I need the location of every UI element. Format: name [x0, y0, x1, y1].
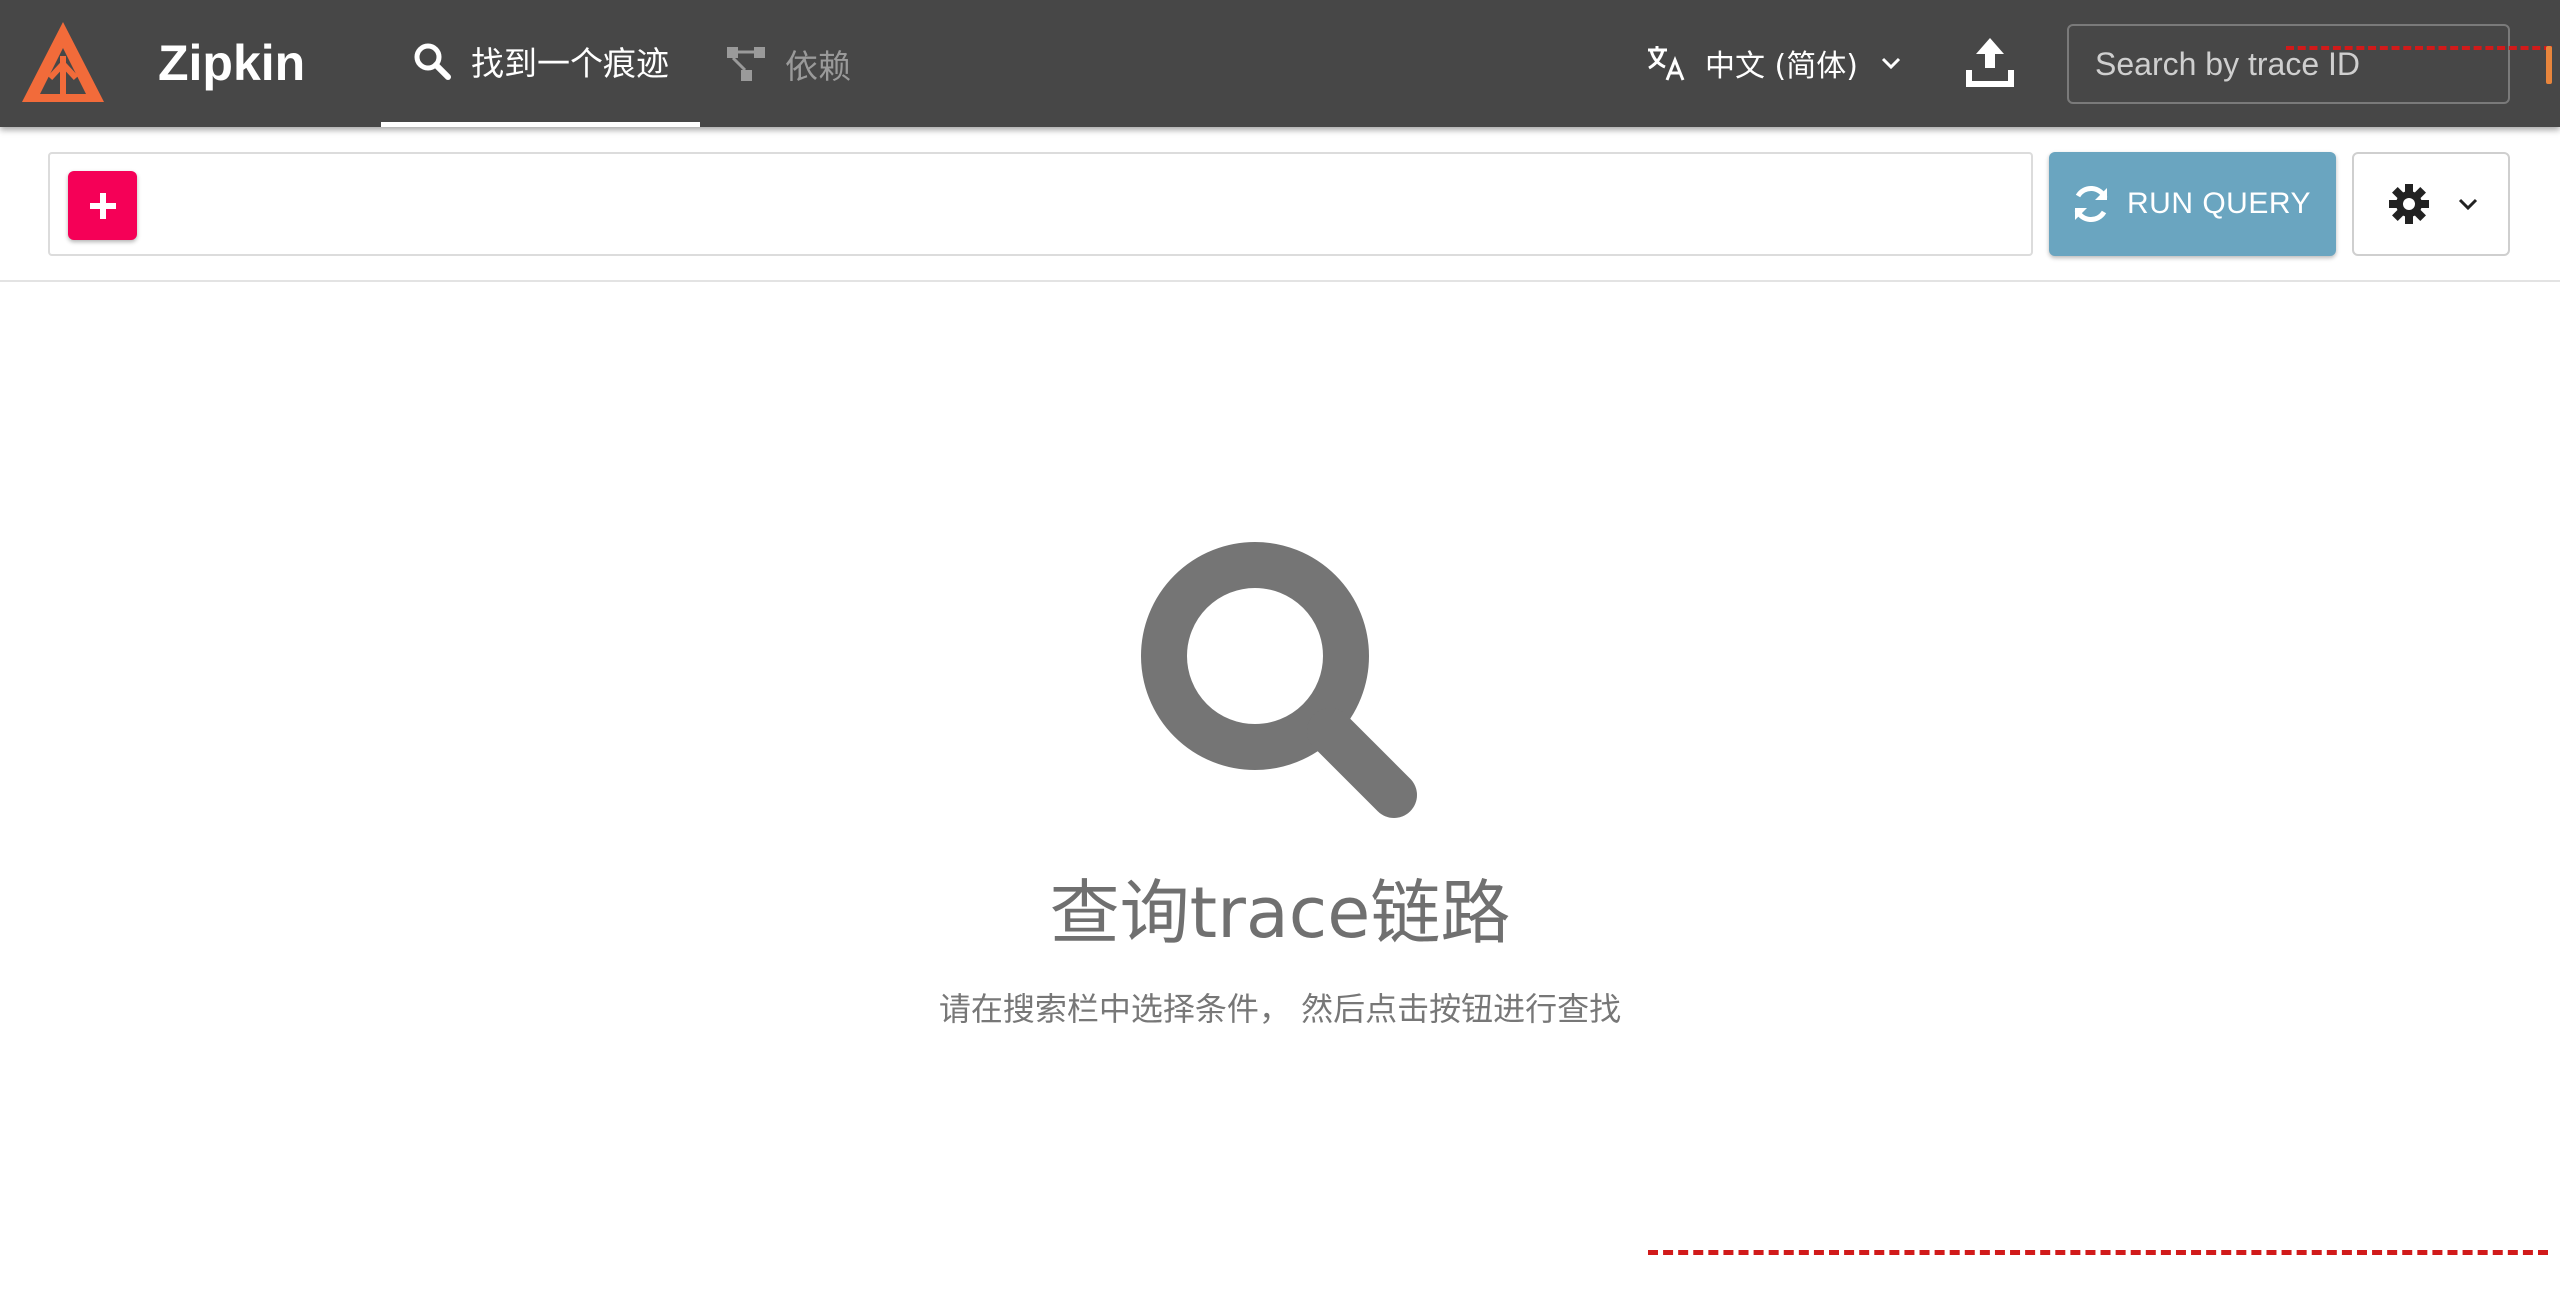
upload-icon[interactable] [1965, 36, 2015, 88]
empty-state-subtitle: 请在搜索栏中选择条件， 然后点击按钮进行查找 [938, 990, 1622, 1028]
tab-dependencies[interactable]: 依赖 [725, 0, 851, 127]
watermark-strip [1648, 1250, 2548, 1255]
language-label: 中文 (简体) [1705, 49, 1858, 84]
tab-dependencies-label: 依赖 [785, 46, 851, 86]
tab-find-trace[interactable]: 找到一个痕迹 [381, 0, 700, 127]
settings-dropdown-button[interactable] [2352, 152, 2510, 256]
search-icon [414, 43, 451, 80]
gear-icon [2389, 184, 2429, 224]
query-toolbar: RUN QUERY [0, 127, 2560, 282]
run-query-label: RUN QUERY [2127, 187, 2311, 220]
run-query-button[interactable]: RUN QUERY [2049, 152, 2336, 256]
query-criteria-box[interactable] [48, 152, 2033, 256]
tab-find-trace-label: 找到一个痕迹 [471, 44, 669, 83]
magnifier-icon [1141, 542, 1417, 818]
red-dashed-mark [2286, 46, 2552, 50]
plus-icon [89, 192, 116, 219]
chevron-down-icon [1881, 57, 1901, 70]
add-criteria-button[interactable] [68, 171, 137, 240]
top-navigation-bar: Zipkin 找到一个痕迹 依赖 中文 (简体) [0, 0, 2560, 127]
app-brand[interactable]: Zipkin [158, 30, 305, 96]
chevron-down-icon [2458, 198, 2478, 211]
empty-state-title: 查询trace链路 [1049, 872, 1511, 954]
refresh-icon [2074, 185, 2108, 223]
accent-bar [2546, 46, 2552, 84]
dependency-tree-icon [727, 46, 765, 81]
trace-id-search-input[interactable] [2067, 24, 2510, 104]
zipkin-logo-icon[interactable] [20, 20, 106, 106]
translate-icon [1648, 46, 1685, 81]
language-selector[interactable]: 中文 (简体) [1645, 30, 1904, 96]
